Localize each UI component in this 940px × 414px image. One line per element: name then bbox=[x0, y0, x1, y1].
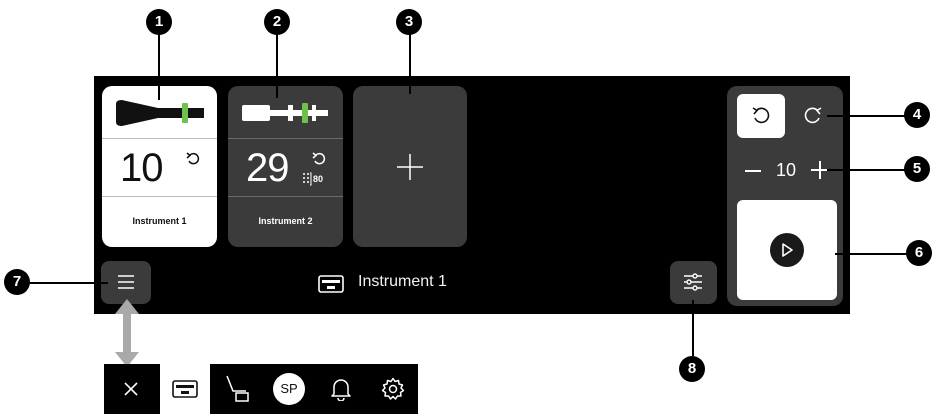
callout-6: 6 bbox=[906, 240, 932, 266]
sliders-icon bbox=[684, 273, 702, 291]
play-icon bbox=[770, 233, 804, 267]
rotate-ccw-icon bbox=[752, 107, 770, 124]
instrument-count: 10 bbox=[120, 146, 163, 190]
instrument-icon bbox=[116, 100, 204, 126]
undo-button[interactable] bbox=[737, 94, 785, 138]
instrument-name: Instrument 2 bbox=[258, 216, 313, 226]
instrument-tile-2[interactable]: 29 80 Instrument 2 bbox=[228, 86, 343, 247]
callout-7: 7 bbox=[4, 269, 30, 295]
callout-5: 5 bbox=[904, 156, 930, 182]
gear-nav-button[interactable] bbox=[368, 364, 418, 414]
settings-button[interactable] bbox=[670, 261, 717, 304]
sp-nav-button[interactable]: SP bbox=[264, 364, 314, 414]
double-arrow-icon bbox=[115, 299, 139, 367]
rotate-cw-icon bbox=[804, 107, 822, 124]
close-icon bbox=[124, 382, 138, 396]
instrument-count: 29 bbox=[246, 146, 289, 190]
hamburger-icon bbox=[118, 275, 134, 289]
minus-icon[interactable] bbox=[743, 161, 763, 181]
bell-icon bbox=[331, 379, 351, 401]
bell-nav-button[interactable] bbox=[316, 364, 366, 414]
callout-1: 1 bbox=[146, 9, 172, 35]
callout-8: 8 bbox=[679, 356, 705, 382]
current-instrument-title: Instrument 1 bbox=[358, 273, 447, 290]
rotate-ccw-icon bbox=[312, 152, 326, 165]
display-icon bbox=[172, 380, 198, 398]
instrument-icon bbox=[242, 103, 328, 123]
callout-3: 3 bbox=[396, 9, 422, 35]
instrument-nav-button[interactable] bbox=[160, 364, 210, 414]
rotate-ccw-icon bbox=[186, 152, 200, 165]
callout-4: 4 bbox=[904, 102, 930, 128]
sp-badge: SP bbox=[273, 373, 305, 405]
callout-2: 2 bbox=[264, 9, 290, 35]
instrument-tile-1[interactable]: 10 Instrument 1 bbox=[102, 86, 217, 247]
chair-icon bbox=[226, 375, 249, 402]
add-instrument-button[interactable] bbox=[353, 86, 467, 247]
chair-nav-button[interactable] bbox=[212, 364, 262, 414]
instrument-name: Instrument 1 bbox=[132, 216, 187, 226]
close-button[interactable] bbox=[106, 364, 156, 414]
gear-icon bbox=[381, 377, 405, 400]
dots-icon bbox=[303, 172, 312, 186]
count-value: 10 bbox=[776, 160, 797, 180]
display-icon bbox=[318, 275, 344, 293]
plus-icon bbox=[397, 154, 423, 180]
tile-badge: 80 bbox=[313, 174, 324, 184]
